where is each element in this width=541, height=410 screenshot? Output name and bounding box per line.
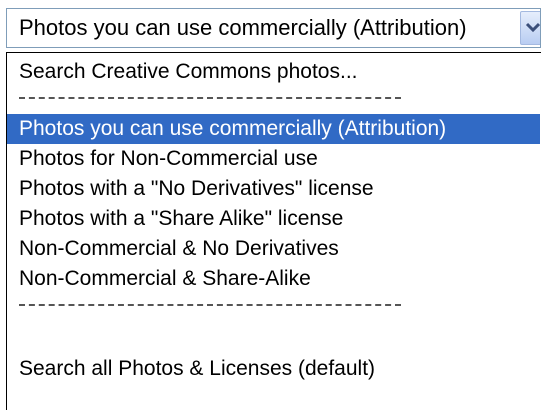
license-select[interactable]: Photos you can use commercially (Attribu… — [6, 8, 541, 48]
separator — [19, 304, 401, 310]
option-search-all[interactable]: Search all Photos & Licenses (default) — [7, 354, 540, 384]
option-commercial-attribution[interactable]: Photos you can use commercially (Attribu… — [7, 114, 540, 144]
option-non-commercial[interactable]: Photos for Non-Commercial use — [7, 144, 540, 174]
separator — [19, 97, 401, 103]
option-nc-share-alike[interactable]: Non-Commercial & Share-Alike — [7, 264, 540, 294]
option-search-cc[interactable]: Search Creative Commons photos... — [7, 57, 540, 87]
dropdown-arrow-button[interactable] — [520, 11, 540, 45]
chevron-down-icon — [525, 22, 540, 33]
option-share-alike[interactable]: Photos with a "Share Alike" license — [7, 204, 540, 234]
license-filter-dropdown: Photos you can use commercially (Attribu… — [0, 0, 541, 410]
option-nc-no-derivatives[interactable]: Non-Commercial & No Derivatives — [7, 234, 540, 264]
option-no-derivatives[interactable]: Photos with a "No Derivatives" license — [7, 174, 540, 204]
license-select-value: Photos you can use commercially (Attribu… — [19, 15, 467, 40]
dropdown-list[interactable]: Search Creative Commons photos... Photos… — [6, 52, 541, 410]
